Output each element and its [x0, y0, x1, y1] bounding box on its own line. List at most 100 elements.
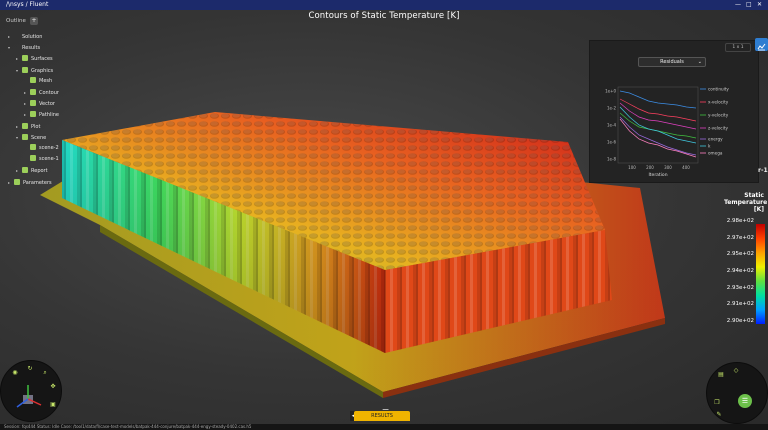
chevron-right-icon[interactable]: ▸	[8, 32, 14, 41]
series-legend-label: x-velocity	[708, 100, 729, 105]
tree-item-label: Pathline	[39, 112, 60, 119]
view-controls[interactable]: ▤ ◇ ❐ ✎	[706, 362, 768, 424]
chevron-down-icon: ⌄	[697, 59, 702, 65]
temperature-legend: r-1 Static Temperature [K] 2.98e+02 2.97e…	[700, 167, 768, 330]
tree-item-label: scene-1	[39, 156, 59, 163]
view-triad[interactable]: ◉ ↻ ⌕ ✥ ▣	[0, 360, 62, 422]
zoom-icon[interactable]: ⌕	[41, 369, 49, 377]
residual-line-continuity	[619, 90, 697, 109]
layout-selector[interactable]: 1 x 1	[725, 43, 751, 52]
residuals-plot-panel[interactable]: 1e+0 1e-2 1e-4 1e-6 1e-8 100 200 300 400 Iteratio…	[589, 40, 759, 183]
tree-item-plot[interactable]: ▸ Plot	[16, 122, 40, 131]
tree-item-surfaces[interactable]: ▸ Surfaces	[16, 54, 53, 63]
minimize-button[interactable]: —	[735, 0, 741, 10]
title-bar: /\nsys / Fluent — □ ✕	[0, 0, 768, 10]
residuals-cut-label: r-1	[758, 167, 768, 174]
app-title: /\nsys / Fluent	[6, 1, 49, 8]
tree-node-icon	[22, 66, 28, 73]
tree-item-contour[interactable]: ▸ Contour	[24, 88, 59, 97]
tree-node-icon	[30, 76, 36, 83]
residual-line-omega	[619, 118, 697, 158]
close-button[interactable]: ✕	[757, 0, 762, 10]
tree-node-icon	[22, 122, 28, 129]
legend-tick-label: 2.97e+02	[726, 234, 754, 241]
tree-item-scene-1[interactable]: scene-1	[24, 155, 59, 164]
rotate-icon[interactable]: ↻	[26, 365, 34, 373]
tree-node-icon	[30, 111, 36, 118]
status-bar: Session: fqs444 Status: Idle Case: /tool…	[0, 424, 768, 430]
tree-item-report[interactable]: ▸ Report	[16, 166, 48, 175]
legend-tick-label: 2.93e+02	[726, 284, 754, 291]
fit-view-icon[interactable]: ◉	[11, 369, 19, 377]
plot-selector-dropdown[interactable]: Residuals ⌄	[638, 57, 706, 67]
plot-frame	[617, 86, 699, 164]
y-tick-label: 1e+0	[605, 89, 616, 94]
tree-node-icon	[22, 167, 28, 174]
series-legend-label: y-velocity	[708, 113, 729, 118]
tree-item-label: Mesh	[39, 77, 53, 84]
tree-item-label: Contour	[39, 90, 59, 96]
ansys-logo: /\nsys	[6, 1, 24, 8]
legend-color-bar	[756, 224, 765, 324]
chart-icon	[757, 43, 766, 51]
x-tick-label: 100	[628, 165, 636, 170]
legend-title: Static Temperature [K]	[724, 192, 768, 213]
tree-item-label: Graphics	[31, 67, 54, 74]
tree-item-label: Solution	[22, 34, 43, 40]
tree-item-label: Parameters	[23, 179, 52, 186]
tree-node-icon	[14, 178, 20, 185]
brush-icon[interactable]: ✎	[715, 411, 723, 419]
tree-item-parameters[interactable]: ▸ Parameters	[8, 178, 52, 187]
y-tick-label: 1e-2	[607, 106, 616, 111]
tree-item-label: Plot	[31, 123, 41, 130]
x-tick-label: 300	[664, 165, 672, 170]
y-tick-label: 1e-8	[607, 157, 616, 162]
x-axis-label: Iteration	[648, 172, 667, 178]
tree-item-results[interactable]: ▾ Results	[8, 43, 40, 52]
results-tab[interactable]: RESULTS	[354, 411, 410, 421]
status-text: Session: fqs444 Status: Idle Case: /tool…	[4, 424, 252, 429]
tree-item-label: Results	[22, 45, 41, 52]
tree-node-icon	[30, 100, 36, 107]
chart-toggle-button[interactable]	[755, 38, 768, 51]
tree-item-scene-2[interactable]: scene-2	[24, 144, 59, 153]
tree-item-pathline[interactable]: ▸ Pathline	[24, 110, 59, 119]
residual-line-y-velocity	[619, 112, 697, 139]
tree-item-label: Surfaces	[31, 56, 53, 63]
tree-node-icon	[22, 55, 28, 62]
legend-tick-label: 2.95e+02	[726, 251, 754, 258]
display-icon[interactable]: ▤	[717, 371, 725, 379]
series-legend-label: omega	[708, 151, 723, 156]
series-legend-label: continuity	[708, 87, 729, 92]
product-name: Fluent	[29, 1, 49, 8]
tree-item-label: scene-2	[39, 145, 59, 151]
legend-tick-label: 2.98e+02	[726, 218, 754, 224]
legend-tick-label: 2.91e+02	[726, 301, 754, 308]
tree-node-icon	[30, 89, 36, 95]
tree-item-scene[interactable]: ▾ Scene	[16, 133, 46, 142]
tree-item-mesh[interactable]: Mesh	[24, 76, 53, 86]
x-tick-label: 400	[682, 165, 690, 170]
series-legend-label: z-velocity	[708, 126, 728, 131]
tree-item-label: Scene	[31, 134, 47, 141]
maximize-button[interactable]: □	[746, 0, 752, 10]
x-tick-label: 200	[646, 165, 654, 170]
y-tick-label: 1e-4	[607, 123, 616, 128]
outline-panel: Outline + ▸ Solution ▾ Results ▸ Surfaces ▾ Gra…	[0, 10, 120, 190]
series-legend-label: energy	[708, 137, 723, 142]
view-options-button[interactable]: ☰	[738, 394, 752, 408]
layers-icon[interactable]: ◇	[732, 367, 740, 375]
legend-tick-label: 2.90e+02	[726, 318, 754, 324]
tree-node-icon	[30, 144, 36, 150]
chevron-down-icon[interactable]: ▾	[8, 43, 14, 52]
tree-item-graphics[interactable]: ▾ Graphics	[16, 66, 53, 75]
tree-item-solution[interactable]: ▸ Solution	[8, 32, 42, 41]
series-legend-label: k	[708, 144, 711, 149]
tree-item-vector[interactable]: ▸ Vector	[24, 99, 55, 108]
camera-icon[interactable]: ▣	[49, 401, 57, 409]
copy-icon[interactable]: ❐	[713, 399, 721, 407]
tree-item-label: Report	[31, 168, 48, 175]
residual-line-x-velocity	[619, 98, 697, 122]
pan-icon[interactable]: ✥	[49, 383, 57, 391]
legend-tick-label: 2.94e+02	[726, 268, 754, 274]
